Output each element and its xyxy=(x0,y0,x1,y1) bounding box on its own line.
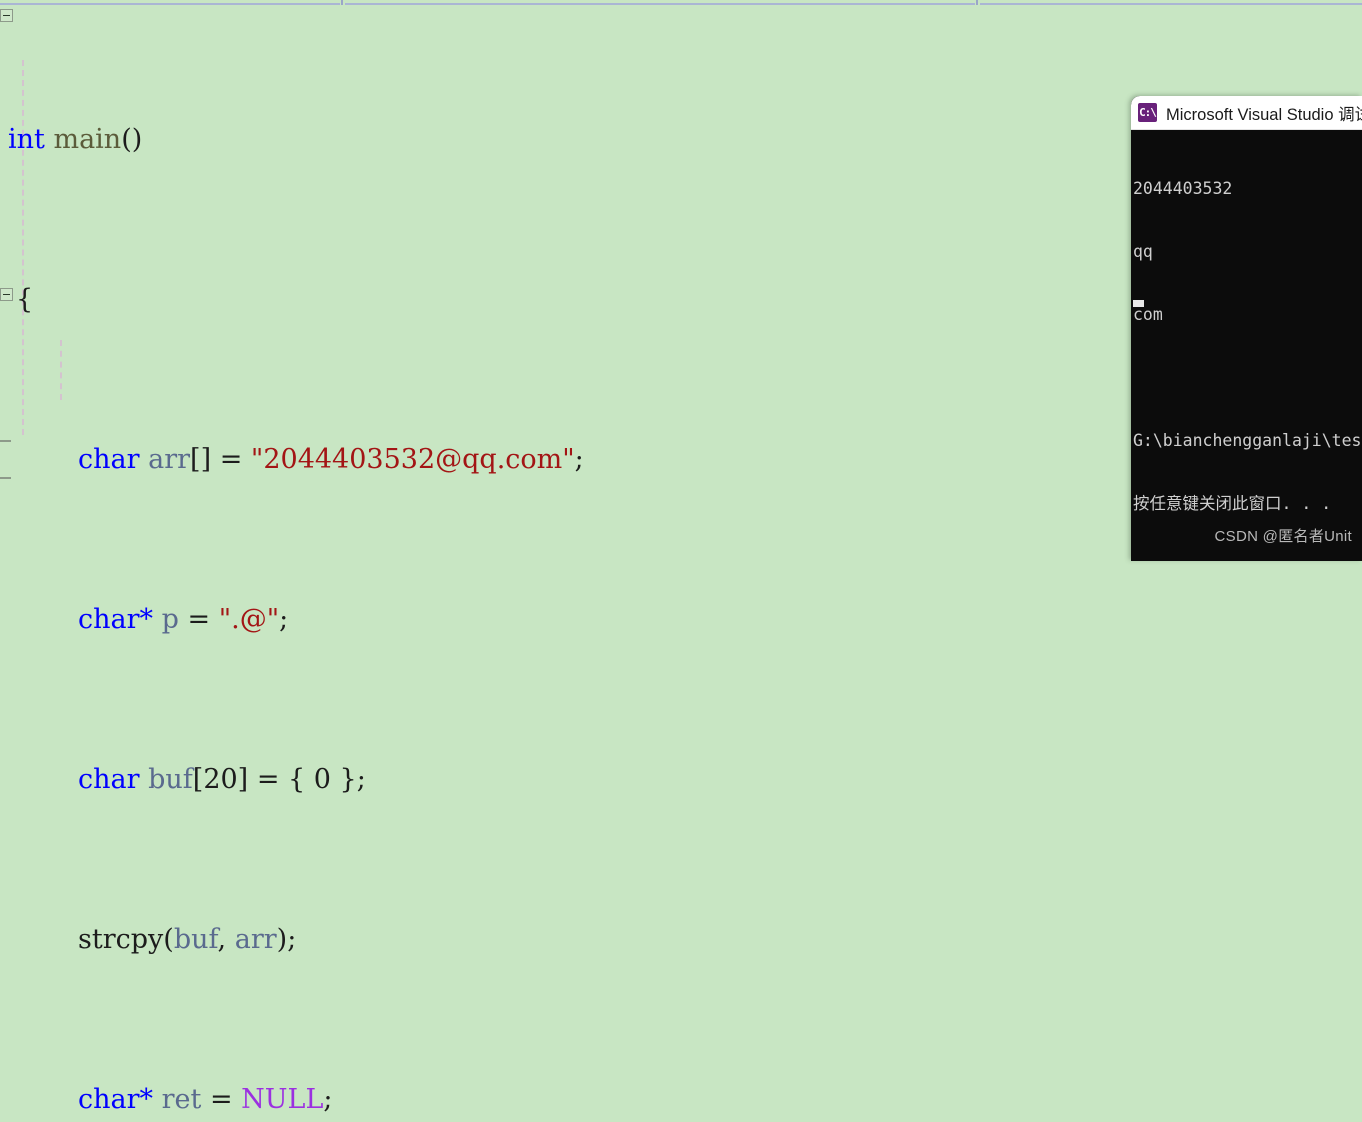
token-comma: , xyxy=(217,924,235,955)
console-title: Microsoft Visual Studio 调试 xyxy=(1166,105,1362,124)
token-keyword-char-ptr: char* xyxy=(78,604,154,635)
token-string-email: "2044403532@qq.com" xyxy=(250,444,575,475)
token-string-delims: ".@" xyxy=(218,604,280,635)
token-keyword-int: int xyxy=(8,124,45,155)
console-window[interactable]: C:\ Microsoft Visual Studio 调试 204440353… xyxy=(1131,96,1362,561)
token-paren-open: ( xyxy=(163,924,174,955)
console-output: 2044403532 qq com G:\bianchengganlaji\te… xyxy=(1131,130,1362,561)
token-identifier-buf: buf xyxy=(173,924,218,955)
code-line[interactable]: strcpy(buf, arr); xyxy=(0,920,1362,960)
console-output-line: qq xyxy=(1133,242,1153,261)
token-semicolon: ; xyxy=(574,444,584,475)
token-function-main: main xyxy=(53,124,122,155)
token-keyword-char: char xyxy=(78,444,140,475)
token-brackets: [] xyxy=(190,444,212,475)
token-identifier-ret: ret xyxy=(161,1084,202,1115)
token-semicolon: ; xyxy=(356,764,366,795)
console-titlebar[interactable]: C:\ Microsoft Visual Studio 调试 xyxy=(1131,96,1362,130)
console-output-line: com xyxy=(1133,305,1163,324)
token-keyword-char: char xyxy=(78,764,140,795)
token-semicolon: ; xyxy=(287,924,297,955)
token-paren-close: ) xyxy=(131,124,143,155)
token-equals: = xyxy=(187,604,211,635)
token-function-strcpy: strcpy xyxy=(78,924,164,955)
token-paren-close: ) xyxy=(276,924,288,955)
token-identifier-buf: buf xyxy=(148,764,193,795)
console-cursor xyxy=(1133,300,1144,307)
token-equals: = xyxy=(209,1084,233,1115)
token-keyword-char-ptr: char* xyxy=(78,1084,154,1115)
token-identifier-arr: arr xyxy=(234,924,277,955)
token-identifier-p: p xyxy=(161,604,179,635)
token-equals: = xyxy=(219,444,243,475)
token-macro-null: NULL xyxy=(241,1084,324,1115)
console-output-prompt: 按任意键关闭此窗口. . . xyxy=(1133,494,1332,513)
token-brace-open: { xyxy=(16,284,34,315)
token-semicolon: ; xyxy=(279,604,289,635)
token-equals: = xyxy=(256,764,280,795)
watermark: CSDN @匿名者Unit xyxy=(1214,528,1352,545)
code-line[interactable]: char* p = ".@"; xyxy=(0,600,1362,640)
code-line[interactable]: char buf[20] = { 0 }; xyxy=(0,760,1362,800)
console-output-line: 2044403532 xyxy=(1133,179,1233,198)
token-semicolon: ; xyxy=(323,1084,333,1115)
token-array-size: [20] xyxy=(192,764,249,795)
code-line[interactable]: char* ret = NULL; xyxy=(0,1080,1362,1120)
console-output-path: G:\bianchengganlaji\tes xyxy=(1133,431,1362,450)
token-paren-open: ( xyxy=(121,124,132,155)
token-zero-init: { 0 } xyxy=(288,764,357,795)
token-identifier-arr: arr xyxy=(148,444,191,475)
console-output-blank-line xyxy=(1133,367,1362,388)
console-window-icon: C:\ xyxy=(1138,103,1157,122)
